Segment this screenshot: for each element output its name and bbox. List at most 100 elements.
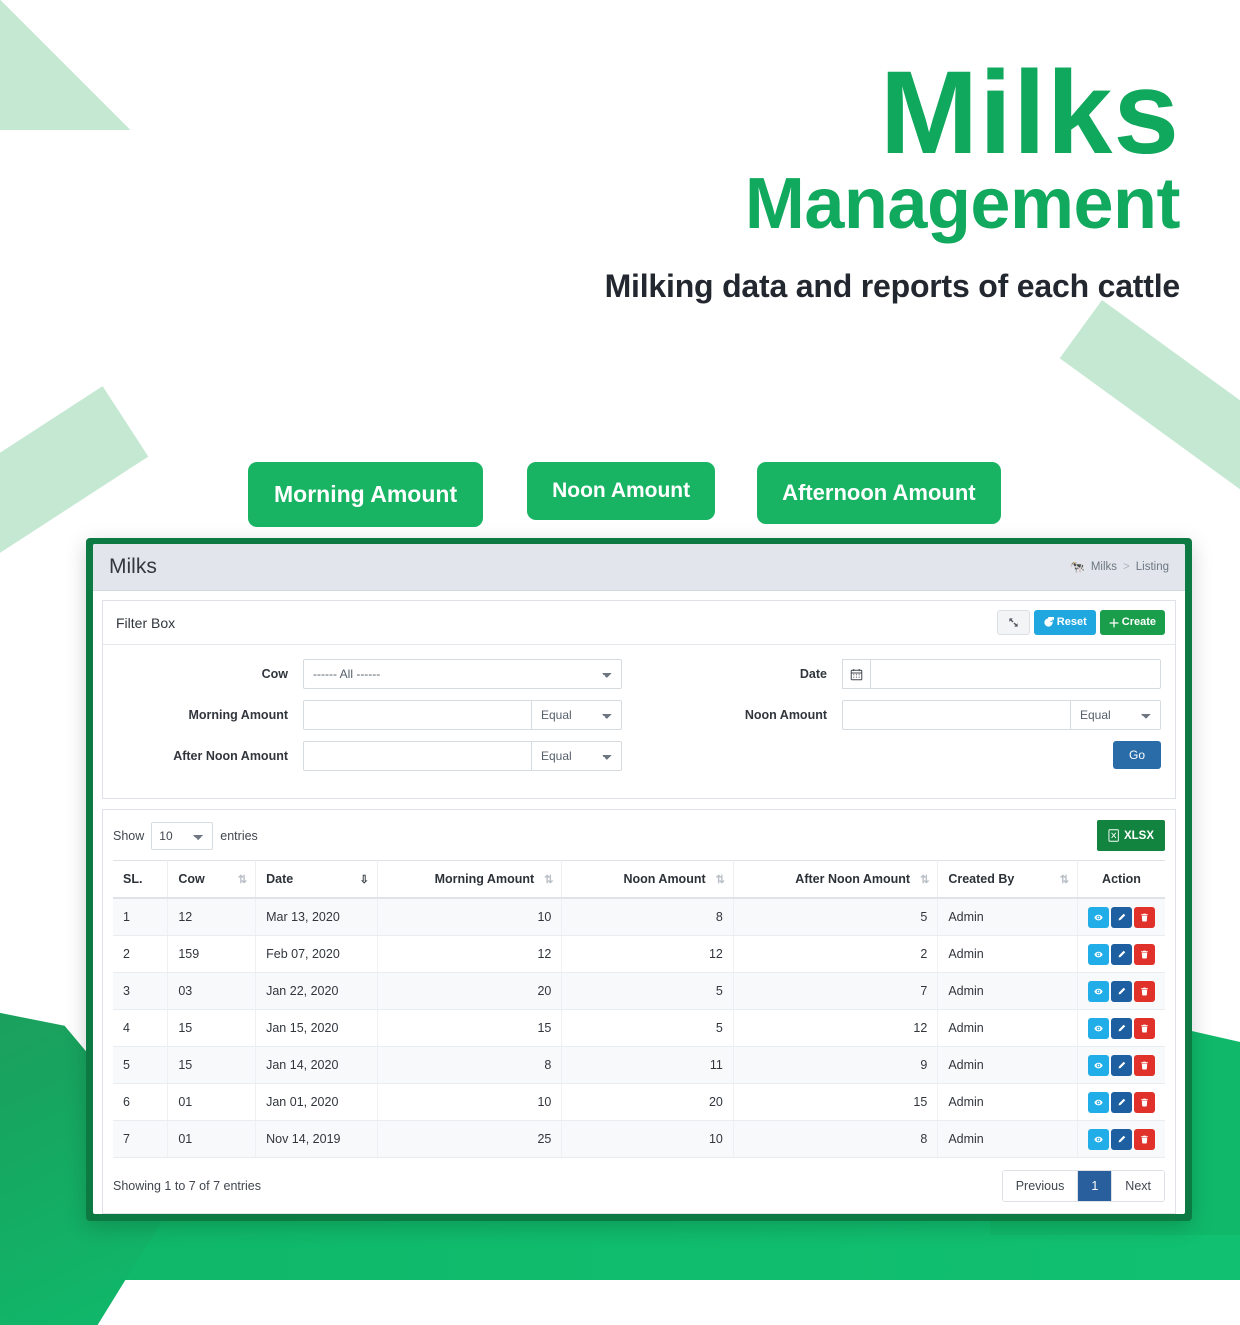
morning-amount-label: Morning Amount (188, 708, 288, 722)
delete-button[interactable] (1134, 1054, 1155, 1076)
milks-panel: Milks 🐄 Milks > Listing Filter Box Reset… (86, 538, 1192, 1221)
cell-actions (1077, 1083, 1165, 1121)
noon-amount-input[interactable] (842, 700, 1071, 730)
cell-morning-amount: 8 (377, 1046, 563, 1084)
sort-icon-date: ⇩ (359, 873, 369, 886)
cell-created-by: Admin (937, 1120, 1078, 1158)
pagination-next[interactable]: Next (1112, 1171, 1164, 1201)
view-button[interactable] (1088, 980, 1109, 1002)
reset-button[interactable]: Reset (1033, 610, 1096, 635)
cell-date: Jan 01, 2020 (255, 1083, 378, 1121)
morning-amount-input[interactable] (303, 700, 532, 730)
column-date-label: Date (266, 872, 294, 886)
pagination-page-1[interactable]: 1 (1078, 1171, 1113, 1201)
pagination-previous[interactable]: Previous (1002, 1171, 1079, 1201)
table-row: 6 01 Jan 01, 2020 10 20 15 Admin (113, 1083, 1165, 1121)
edit-button[interactable] (1111, 1128, 1132, 1150)
column-morning-label: Morning Amount (434, 872, 535, 886)
afternoon-amount-label: After Noon Amount (173, 749, 288, 763)
cell-noon-amount: 11 (561, 1046, 734, 1084)
afternoon-amount-operator-select[interactable]: Equal (532, 741, 622, 771)
delete-button[interactable] (1134, 906, 1155, 928)
reset-label: Reset (1056, 616, 1087, 628)
collapse-arrows-icon[interactable] (996, 610, 1030, 635)
cow-select[interactable]: ------ All ------ (303, 659, 622, 689)
sort-icon-morning: ⇅ (544, 873, 553, 886)
breadcrumb-root[interactable]: Milks (1091, 561, 1117, 573)
page-length-select[interactable]: 10 (151, 821, 214, 850)
column-morning-amount[interactable]: Morning Amount ⇅ (377, 860, 563, 899)
table-row: 1 12 Mar 13, 2020 10 8 5 Admin (113, 898, 1165, 936)
column-cow[interactable]: Cow ⇅ (167, 860, 257, 899)
cell-afternoon-amount: 2 (733, 935, 939, 973)
delete-button[interactable] (1134, 1017, 1155, 1039)
edit-button[interactable] (1111, 1054, 1132, 1076)
cell-sl: 7 (113, 1120, 169, 1158)
edit-button[interactable] (1111, 1091, 1132, 1113)
noon-amount-operator-select[interactable]: Equal (1071, 700, 1161, 730)
filter-row-morning-amount: Morning Amount Equal (117, 700, 622, 730)
morning-amount-button[interactable]: Morning Amount (248, 462, 484, 527)
view-button[interactable] (1088, 1128, 1109, 1150)
quick-action-bar: Morning Amount Noon Amount Afternoon Amo… (248, 462, 1001, 527)
column-sl-label: SL. (123, 872, 143, 886)
cell-created-by: Admin (937, 1083, 1078, 1121)
afternoon-amount-input[interactable] (303, 741, 532, 771)
filter-box-title: Filter Box (116, 614, 176, 631)
cell-date: Jan 14, 2020 (255, 1046, 378, 1084)
morning-amount-operator-select[interactable]: Equal (532, 700, 622, 730)
filter-row-cow: Cow ------ All ------ (117, 659, 622, 689)
table-row: 3 03 Jan 22, 2020 20 5 7 Admin (113, 972, 1165, 1010)
delete-button[interactable] (1134, 1128, 1155, 1150)
column-afternoon-label: After Noon Amount (795, 872, 911, 886)
export-xlsx-button[interactable]: XLSX (1096, 820, 1165, 851)
delete-button[interactable] (1134, 980, 1155, 1002)
create-button[interactable]: Create (1099, 610, 1165, 635)
column-noon-label: Noon Amount (623, 872, 706, 886)
excel-file-icon (1108, 829, 1119, 842)
cell-sl: 5 (113, 1046, 169, 1084)
filter-box-header: Filter Box Reset Create (103, 601, 1175, 645)
delete-button[interactable] (1134, 943, 1155, 965)
sort-icon-afternoon: ⇅ (920, 873, 929, 886)
edit-button[interactable] (1111, 906, 1132, 928)
cell-actions (1077, 972, 1165, 1010)
cell-noon-amount: 20 (561, 1083, 734, 1121)
page-tagline: Milking data and reports of each cattle (604, 268, 1181, 305)
calendar-icon[interactable] (842, 659, 871, 689)
delete-button[interactable] (1134, 1091, 1155, 1113)
view-button[interactable] (1088, 1091, 1109, 1113)
column-afternoon-amount[interactable]: After Noon Amount ⇅ (733, 860, 939, 899)
panel-title: Milks (109, 555, 157, 578)
view-button[interactable] (1088, 943, 1109, 965)
table-row: 5 15 Jan 14, 2020 8 11 9 Admin (113, 1046, 1165, 1084)
cell-cow: 12 (167, 898, 257, 936)
noon-amount-button[interactable]: Noon Amount (527, 462, 716, 520)
cell-sl: 2 (113, 935, 169, 973)
view-button[interactable] (1088, 906, 1109, 928)
filter-row-afternoon-amount: After Noon Amount Equal (117, 741, 622, 771)
view-button[interactable] (1088, 1017, 1109, 1039)
collapse-glyph (1009, 618, 1018, 627)
create-label: Create (1121, 616, 1156, 628)
edit-button[interactable] (1111, 1017, 1132, 1039)
column-created-by[interactable]: Created By ⇅ (937, 860, 1078, 899)
afternoon-amount-button[interactable]: Afternoon Amount (757, 462, 1001, 524)
cell-morning-amount: 10 (377, 1083, 563, 1121)
cell-date: Mar 13, 2020 (255, 898, 378, 936)
milks-table-panel: Show 10 entries XLSX SL. Cow ⇅ Date ⇩ Mo… (102, 809, 1176, 1214)
cell-date: Nov 14, 2019 (255, 1120, 378, 1158)
cell-cow: 159 (167, 935, 257, 973)
edit-button[interactable] (1111, 980, 1132, 1002)
edit-button[interactable] (1111, 943, 1132, 965)
column-noon-amount[interactable]: Noon Amount ⇅ (561, 860, 734, 899)
go-button[interactable]: Go (1112, 741, 1161, 769)
table-head: SL. Cow ⇅ Date ⇩ Morning Amount ⇅ Noon A… (113, 860, 1165, 899)
cell-date: Jan 22, 2020 (255, 972, 378, 1010)
noon-amount-label: Noon Amount (744, 708, 827, 722)
table-row: 4 15 Jan 15, 2020 15 5 12 Admin (113, 1009, 1165, 1047)
view-button[interactable] (1088, 1054, 1109, 1076)
date-input[interactable] (870, 659, 1161, 689)
cell-actions (1077, 898, 1165, 936)
column-date[interactable]: Date ⇩ (255, 860, 378, 899)
